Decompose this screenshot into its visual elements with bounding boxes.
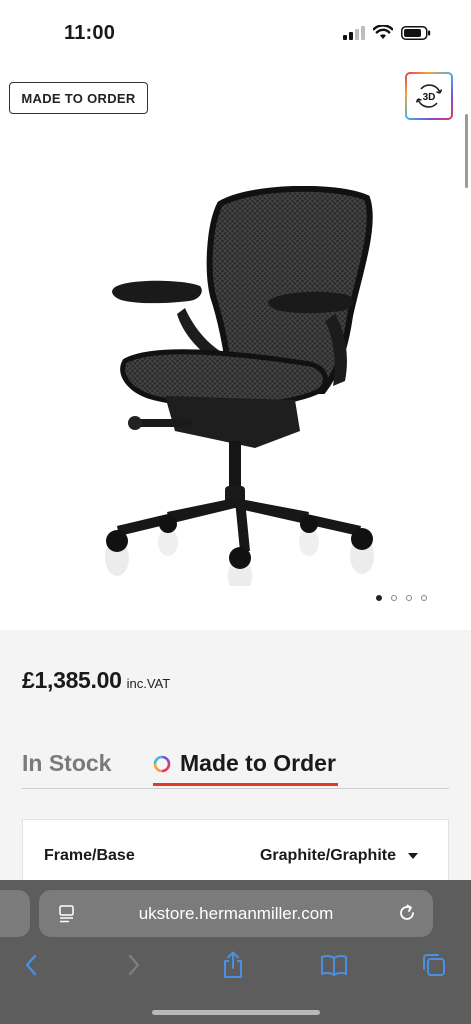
price-vat-note: inc.VAT: [126, 676, 171, 691]
carousel-dot-1[interactable]: [376, 595, 382, 601]
svg-text:3D: 3D: [423, 92, 436, 103]
made-to-order-ring-icon: [153, 755, 171, 772]
forward-button[interactable]: [117, 948, 151, 982]
share-button[interactable]: [216, 948, 250, 982]
tabs-icon: [423, 954, 445, 976]
home-indicator[interactable]: [152, 1010, 320, 1015]
tabs-button[interactable]: [417, 948, 451, 982]
reload-icon[interactable]: [397, 903, 417, 923]
status-bar: 11:00: [0, 0, 471, 66]
price-row: £1,385.00 inc.VAT: [22, 667, 170, 694]
frame-base-value: Graphite/Graphite: [259, 847, 396, 864]
forward-icon: [128, 954, 140, 976]
tab-made-to-order-label: Made to Order: [180, 750, 336, 776]
cellular-signal-icon: [343, 25, 365, 40]
chevron-down-icon: [408, 853, 418, 859]
back-button[interactable]: [14, 948, 48, 982]
share-icon: [224, 951, 242, 978]
browser-bottom-bar: ukstore.hermanmiller.com: [0, 880, 471, 1024]
status-icons: [343, 25, 431, 40]
back-icon: [25, 954, 37, 976]
tab-in-stock[interactable]: In Stock: [22, 750, 111, 777]
view-3d-button[interactable]: 3D: [405, 72, 453, 120]
bookmarks-button[interactable]: [317, 948, 351, 982]
rotate-3d-icon: 3D: [415, 84, 443, 108]
product-price: £1,385.00: [22, 667, 122, 693]
product-image-aeron-chair: [105, 186, 374, 586]
made-to-order-badge: MADE TO ORDER: [9, 82, 148, 114]
frame-base-dropdown[interactable]: Graphite/Graphite: [260, 847, 418, 865]
bookmarks-icon: [321, 954, 347, 976]
carousel-dot-4[interactable]: [421, 595, 427, 601]
active-tab-underline: [153, 783, 338, 786]
carousel-pagination[interactable]: [376, 595, 427, 601]
status-time: 11:00: [64, 22, 116, 44]
address-bar[interactable]: ukstore.hermanmiller.com: [39, 890, 433, 937]
wifi-icon: [373, 25, 393, 39]
browser-toolbar: [0, 948, 471, 984]
previous-tab-preview[interactable]: [0, 890, 30, 937]
battery-icon: [401, 25, 431, 40]
carousel-dot-2[interactable]: [391, 595, 397, 601]
tab-made-to-order[interactable]: Made to Order: [153, 750, 336, 777]
frame-base-label: Frame/Base: [44, 847, 135, 864]
address-url[interactable]: ukstore.hermanmiller.com: [39, 904, 433, 924]
availability-tabs: In Stock Made to Order: [22, 748, 449, 789]
carousel-dot-3[interactable]: [406, 595, 412, 601]
page-scroll-indicator[interactable]: [465, 114, 468, 188]
product-gallery[interactable]: MADE TO ORDER 3D: [0, 66, 471, 630]
